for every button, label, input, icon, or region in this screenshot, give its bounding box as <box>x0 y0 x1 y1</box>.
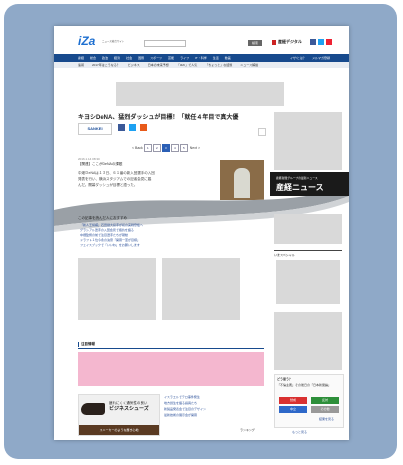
sub-nav-item[interactable]: 2017年はこうなる？ <box>92 63 120 67</box>
next-link[interactable]: Next > <box>190 146 200 150</box>
sub-nav-item[interactable]: ビジネス <box>128 63 140 67</box>
source-logo: SANKEI <box>78 123 112 135</box>
page-document: iZa ニュース総合サイト 検索 産経デジタル 産経 総合 政治 経済 社会 国… <box>54 26 349 440</box>
logo-subtitle: ニュース総合サイト <box>102 40 125 43</box>
twitter-share-icon[interactable] <box>129 124 136 131</box>
sub-nav-item[interactable]: ニュース解説 <box>240 63 258 67</box>
page-3[interactable]: 3 <box>161 144 170 152</box>
nav-item[interactable]: ライフ <box>180 56 189 60</box>
vote-other-button[interactable]: その他 <box>311 406 339 413</box>
facebook-share-icon[interactable] <box>118 124 125 131</box>
poll-box: どう思う？ 「不倫主義」その後日の「日本新聞論」 賛成 反対 中立 その他 結果… <box>274 374 344 428</box>
divider <box>274 250 342 251</box>
page-4[interactable]: 4 <box>170 144 179 152</box>
poll-title: どう思う？ <box>277 377 293 381</box>
nav-item[interactable]: 経済 <box>114 56 120 60</box>
banner-caption: 産経新聞グループの最新ニュース <box>276 176 318 180</box>
newsletter-link[interactable]: メルマガ登録 <box>312 56 330 60</box>
nav-item[interactable]: 政治 <box>102 56 108 60</box>
page-5[interactable]: 5 <box>179 144 188 152</box>
search-button[interactable]: 検索 <box>248 40 262 46</box>
shoe-ad[interactable]: 疲れにくく通気性の良い ビジネスシューズ スニーカーのような履き心地 <box>78 394 160 436</box>
ad-line1: 疲れにくく通気性の良い <box>109 401 148 405</box>
sub-nav-item[interactable]: 速報 <box>78 63 84 67</box>
nav-item[interactable]: 芸能 <box>168 56 174 60</box>
related-link[interactable]: フェイスブックで「いいね」をお願いします <box>80 243 220 248</box>
nav-item[interactable]: 総合 <box>90 56 96 60</box>
nav-item[interactable]: 生活 <box>213 56 219 60</box>
bottom-list: イスラエルでテロ事件発生 地方創生を語る議員たち 新製品発表会で注目のデザイン … <box>164 394 264 418</box>
ad-box-right <box>162 258 240 320</box>
sub-nav: 速報 2017年はこうなる？ ビジネス 日本の未来予想 「IZA!」で人気 「ち… <box>54 62 349 68</box>
ranking-label[interactable]: ランキング <box>240 428 255 432</box>
main-nav: 産経 総合 政治 経済 社会 国際 スポーツ 芸能 ライフ IT・科学 生活 動… <box>54 54 349 62</box>
page-1[interactable]: 1 <box>143 144 152 152</box>
shoe-image <box>81 403 105 415</box>
section-title: 注目情報 <box>81 342 95 346</box>
ad-line2: ビジネスシューズ <box>109 406 149 412</box>
twitter-icon[interactable] <box>318 39 324 45</box>
article-date: 2016.1.14 08:30 <box>78 157 100 161</box>
prev-link[interactable]: < Back <box>132 146 143 150</box>
nav-item[interactable]: 動画 <box>225 56 231 60</box>
sidebar-panel-image <box>276 260 340 304</box>
ad-box-left <box>78 258 156 320</box>
print-icon[interactable] <box>258 128 266 136</box>
sankei-mark-icon <box>272 40 276 45</box>
sub-nav-item[interactable]: 「ちょっと」な話題 <box>205 63 232 67</box>
nav-item[interactable]: IT・科学 <box>195 56 207 60</box>
nav-item[interactable]: 社会 <box>126 56 132 60</box>
rss-icon[interactable] <box>326 39 332 45</box>
sub-nav-item[interactable]: 「IZA!」で人気 <box>177 63 198 67</box>
sidebar-ad-2 <box>274 312 342 370</box>
bottom-list-item[interactable]: 最新技術の展示会が開幕 <box>164 412 264 418</box>
poll-results-link[interactable]: 結果を見る <box>319 417 334 421</box>
sidebar-ad-placeholder <box>274 112 342 170</box>
banner-title: 産経ニュース <box>276 183 324 192</box>
page-2[interactable]: 2 <box>152 144 161 152</box>
pagination: < Back 12345 Next > <box>132 144 200 152</box>
top-ad-placeholder <box>116 82 284 106</box>
related-list: 「新人王候補」石田健大投手が初の実戦登板へ グラシアル選手の入団会見で抱負を語る… <box>80 223 220 248</box>
izaa-logo[interactable]: iZa <box>78 34 100 48</box>
sub-nav-items: 速報 2017年はこうなる？ ビジネス 日本の未来予想 「IZA!」で人気 「ち… <box>78 63 266 67</box>
facebook-icon[interactable] <box>310 39 316 45</box>
related-title: この記事を読んだ人におすすめ <box>78 216 127 220</box>
section-rule <box>78 348 264 349</box>
nav-item[interactable]: 産経 <box>78 56 84 60</box>
about-link[interactable]: イザ!とは？ <box>290 56 306 60</box>
vote-yes-button[interactable]: 賛成 <box>279 397 307 404</box>
google-share-icon[interactable] <box>140 124 147 131</box>
vote-neutral-button[interactable]: 中立 <box>279 406 307 413</box>
sidebar-panel-title: いまスペシャル <box>274 253 295 257</box>
sidebar-box <box>274 214 342 244</box>
vote-no-button[interactable]: 反対 <box>311 397 339 404</box>
promo-banner[interactable] <box>78 352 264 386</box>
ad-footer: スニーカーのような履き心地 <box>79 425 159 435</box>
sankei-news-banner[interactable]: 産経新聞グループの最新ニュース 産経ニュース <box>270 172 349 196</box>
article-headline: キヨシDeNA、猛烈ダッシュが目標！「就任４年目で真大優 <box>78 115 239 121</box>
nav-items: 産経 総合 政治 経済 社会 国際 スポーツ 芸能 ライフ IT・科学 生活 動… <box>78 56 237 60</box>
poll-question: 「不倫主義」その後日の「日本新聞論」 <box>277 383 332 387</box>
section-marker <box>78 342 79 347</box>
sankei-digital-label[interactable]: 産経デジタル <box>278 40 302 44</box>
sub-nav-item[interactable]: 日本の未来予想 <box>148 63 169 67</box>
nav-item[interactable]: 国際 <box>138 56 144 60</box>
search-input[interactable] <box>144 40 186 47</box>
nav-item[interactable]: スポーツ <box>150 56 162 60</box>
ranking-more-link[interactable]: もっと見る <box>292 430 307 434</box>
